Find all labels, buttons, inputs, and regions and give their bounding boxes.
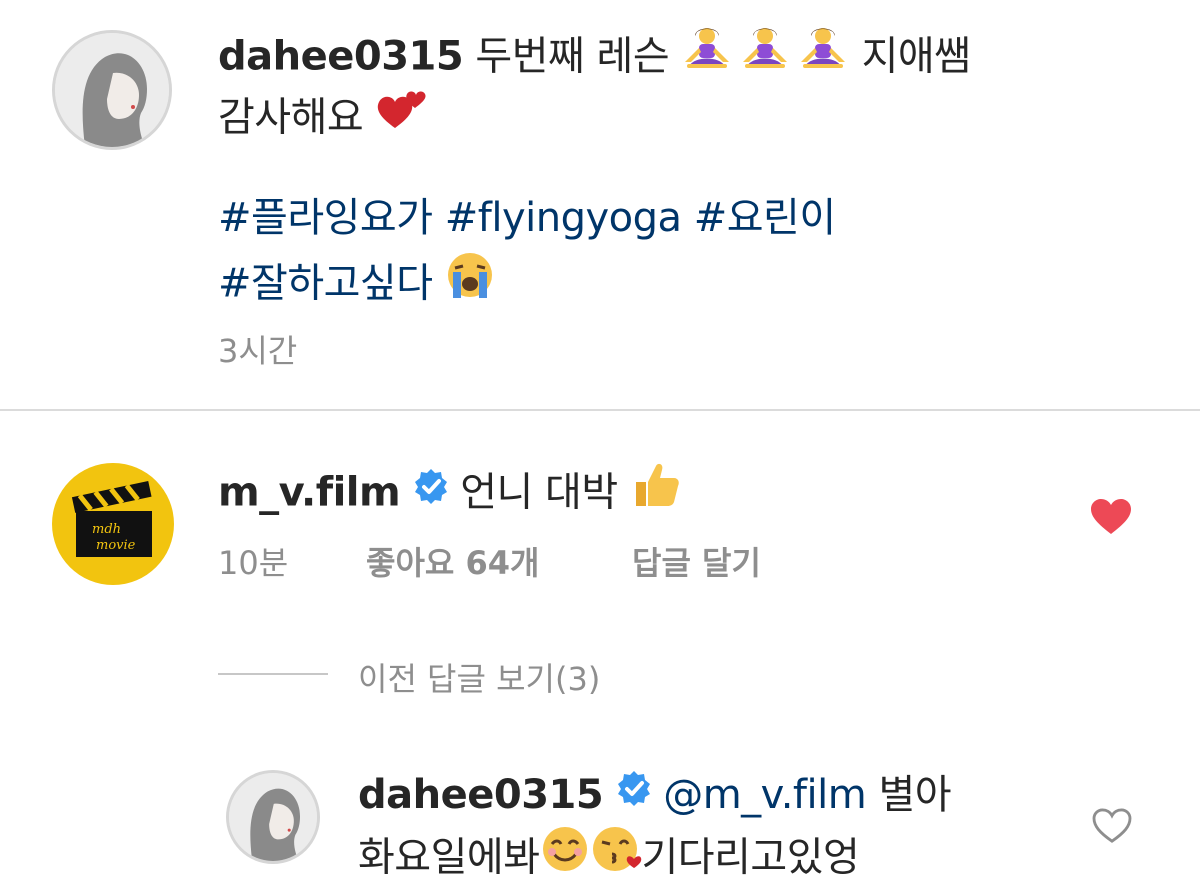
two-hearts-emoji bbox=[375, 86, 429, 147]
caption-text: 두번째 레슨 bbox=[475, 33, 670, 80]
replies-divider-line bbox=[218, 673, 328, 675]
profile-picture bbox=[229, 773, 317, 861]
clapperboard-icon: mdh movie bbox=[71, 480, 152, 557]
comment-username[interactable]: m_v.film bbox=[218, 470, 401, 516]
caption-text-tail: 지애쌤 bbox=[861, 33, 971, 80]
hashtags-line-1[interactable]: #플라잉요가 #flyingyoga #요린이 bbox=[218, 190, 836, 246]
crying-emoji bbox=[445, 250, 495, 315]
section-divider bbox=[0, 409, 1200, 411]
reply-username[interactable]: dahee0315 bbox=[358, 772, 604, 818]
view-replies-button[interactable]: 이전 답글 보기(3) bbox=[358, 654, 600, 700]
smile-emoji bbox=[540, 824, 590, 889]
verified-badge-icon bbox=[412, 464, 450, 520]
reply-text-1: 별아 bbox=[878, 772, 952, 818]
logo-mark: movie bbox=[96, 538, 136, 553]
reply-text-2a: 화요일에봐 bbox=[358, 834, 540, 881]
hashtag-link[interactable]: #잘하고싶다 bbox=[218, 261, 433, 307]
hashtags-line-2: #잘하고싶다 bbox=[218, 250, 495, 321]
caption-avatar[interactable] bbox=[52, 30, 172, 150]
reply-line-1: dahee0315 @m_v.film 별아 bbox=[358, 766, 952, 828]
comment-line: m_v.film 언니 대박 bbox=[218, 458, 682, 531]
comment-time: 10분 bbox=[218, 544, 289, 582]
likes-count[interactable]: 좋아요 64개 bbox=[366, 538, 539, 584]
reply-button[interactable]: 답글 달기 bbox=[632, 538, 761, 584]
caption-line-2: 감사해요 bbox=[218, 86, 429, 153]
reply-text-2b: 기다리고있엉 bbox=[641, 834, 860, 881]
yoga-emoji bbox=[681, 26, 849, 85]
caption-line-1: dahee0315 두번째 레슨 지애쌤 bbox=[218, 26, 971, 91]
verified-badge-icon bbox=[615, 766, 653, 822]
reply-line-2: 화요일에봐 기다리고있엉 bbox=[358, 824, 860, 895]
comment-avatar[interactable]: mdh movie bbox=[52, 463, 174, 585]
profile-picture bbox=[55, 33, 169, 147]
caption-time: 3시간 bbox=[218, 332, 298, 370]
reply-avatar[interactable] bbox=[226, 770, 320, 864]
thumbs-up-emoji bbox=[630, 458, 682, 525]
comment-text: 언니 대박 bbox=[460, 469, 618, 516]
mention-link[interactable]: @m_v.film bbox=[663, 772, 867, 818]
logo-mark: mdh bbox=[92, 522, 121, 537]
like-heart-icon[interactable] bbox=[1090, 498, 1132, 540]
caption-username[interactable]: dahee0315 bbox=[218, 34, 464, 80]
caption-text-2: 감사해요 bbox=[218, 94, 364, 141]
like-heart-outline-icon[interactable] bbox=[1092, 808, 1132, 848]
kiss-emoji bbox=[590, 824, 642, 889]
